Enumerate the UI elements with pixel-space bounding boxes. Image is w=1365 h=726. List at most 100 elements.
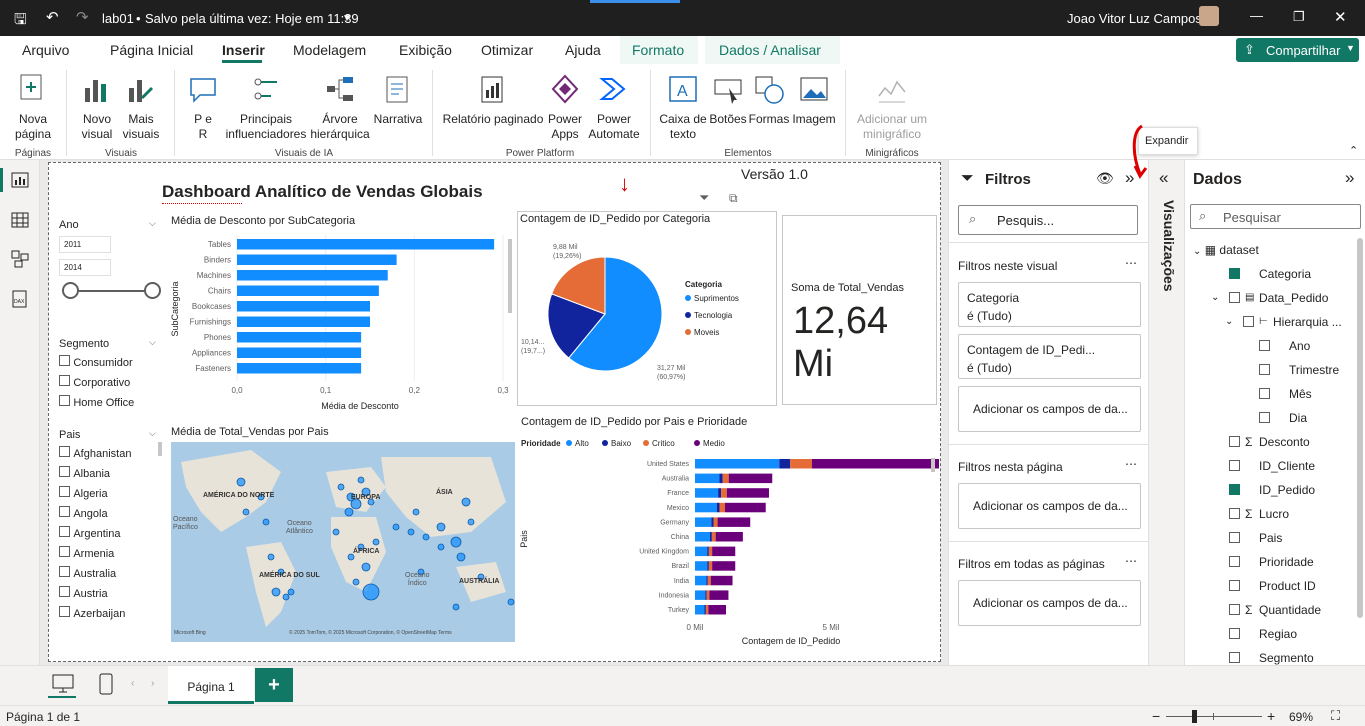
checkbox[interactable] — [1259, 340, 1270, 351]
checkbox[interactable] — [1229, 532, 1240, 543]
sparkline-button[interactable]: Adicionar um minigráfico — [852, 68, 932, 144]
sales-map[interactable]: AMÉRICA DO NORTE EUROPA ÁSIA Oceano Pací… — [171, 442, 515, 642]
tab-ajuda[interactable]: Ajuda — [565, 42, 601, 58]
narrative-button[interactable]: Narrativa — [372, 68, 424, 144]
power-apps-button[interactable]: Power Apps — [546, 68, 584, 144]
field-item[interactable]: ⌄ ▤ Data_Pedido — [1185, 286, 1355, 310]
list-item[interactable]: Afghanistan — [59, 446, 131, 466]
field-item[interactable]: Categoria — [1185, 262, 1355, 286]
more-options-icon[interactable]: ⋯ — [1125, 457, 1137, 471]
checkbox[interactable] — [1259, 412, 1270, 423]
filter-card-categoria[interactable]: Categoria é (Tudo) — [958, 282, 1141, 327]
field-item[interactable]: ⌄ ⊢ Hierarquia ... — [1185, 310, 1355, 334]
checkbox[interactable] — [1259, 364, 1270, 375]
checkbox[interactable] — [59, 546, 70, 557]
tab-modelagem[interactable]: Modelagem — [293, 42, 366, 58]
restore-icon[interactable]: ❐ — [1293, 9, 1305, 25]
qa-button[interactable]: P e R — [184, 68, 222, 144]
year-slider-track[interactable] — [69, 290, 153, 292]
year-to-input[interactable]: 2014 — [59, 259, 111, 276]
list-item[interactable]: Armenia — [59, 546, 131, 566]
list-item[interactable]: Angola — [59, 506, 131, 526]
field-item[interactable]: ID_Pedido — [1185, 478, 1355, 502]
chevron-down-icon[interactable]: ⌵ — [149, 337, 156, 348]
add-fields-drop-zone[interactable]: Adicionar os campos de da... — [958, 386, 1141, 432]
chevron-down-icon[interactable]: ⌵ — [149, 428, 156, 439]
year-from-input[interactable]: 2011 — [59, 236, 111, 253]
checkbox[interactable] — [1259, 388, 1270, 399]
checkbox[interactable] — [59, 506, 70, 517]
checkbox[interactable] — [1229, 508, 1240, 519]
dax-query-view-icon[interactable]: DAX — [11, 290, 29, 308]
power-automate-button[interactable]: Power Automate — [586, 68, 642, 144]
table-view-icon[interactable] — [11, 212, 29, 228]
list-item[interactable]: Consumidor — [59, 355, 134, 375]
list-item[interactable]: Australia — [59, 566, 131, 586]
add-page-button[interactable]: + — [255, 668, 293, 702]
collapse-pane-icon[interactable]: » — [1345, 168, 1354, 188]
checkbox[interactable] — [1229, 484, 1240, 495]
country-priority-bar-chart[interactable]: Prioridade Alto Baixo Critico Medio 0 Mil 5 Mi… — [519, 431, 939, 656]
chevron-right-icon[interactable]: › — [151, 678, 154, 689]
tab-pagina-inicial[interactable]: Página Inicial — [110, 42, 193, 58]
list-item[interactable]: Albania — [59, 466, 131, 486]
more-options-icon[interactable]: ⋯ — [1125, 554, 1137, 568]
checkbox[interactable] — [59, 375, 70, 386]
tab-arquivo[interactable]: Arquivo — [22, 42, 69, 58]
avatar[interactable] — [1199, 6, 1219, 26]
report-page[interactable]: Dashboard Analítico de Vendas Globais Ve… — [48, 162, 941, 662]
decomposition-tree-button[interactable]: Árvore hierárquica — [308, 68, 372, 144]
new-page-button[interactable]: Nova página — [8, 68, 58, 144]
field-item[interactable]: Product ID — [1185, 574, 1355, 598]
user-name[interactable]: Joao Vitor Luz Campos — [1067, 11, 1202, 26]
tab-dados-analisar[interactable]: Dados / Analisar — [719, 42, 821, 58]
chevron-down-icon[interactable]: ⌵ — [149, 218, 156, 229]
more-options-icon[interactable]: ⋯ — [1125, 256, 1137, 270]
buttons-button[interactable]: Botões — [708, 68, 748, 144]
field-item[interactable]: Dia — [1185, 406, 1355, 430]
checkbox[interactable] — [1229, 628, 1240, 639]
filter-icon[interactable]: ⏷ — [699, 190, 709, 206]
list-item[interactable]: Algeria — [59, 486, 131, 506]
focus-mode-icon[interactable]: ⧉ — [729, 191, 738, 206]
field-item[interactable]: Mês — [1185, 382, 1355, 406]
chevron-down-icon[interactable]: ⌄ — [1211, 286, 1219, 310]
fit-to-page-icon[interactable]: ⛶ — [1331, 708, 1340, 724]
tab-formato[interactable]: Formato — [632, 42, 684, 58]
model-view-icon[interactable] — [11, 250, 29, 268]
desktop-layout-icon[interactable] — [52, 674, 74, 694]
image-button[interactable]: Imagem — [790, 68, 838, 144]
field-item[interactable]: Σ Lucro — [1185, 502, 1355, 526]
zoom-slider-track[interactable] — [1166, 716, 1262, 717]
data-pane-scrollbar[interactable] — [1357, 238, 1363, 618]
report-view-icon[interactable] — [11, 172, 29, 188]
checkbox[interactable] — [59, 446, 70, 457]
collapse-ribbon-icon[interactable]: ⌃ — [1349, 144, 1358, 157]
tab-pagina-1[interactable]: Página 1 — [168, 666, 254, 704]
visualizations-collapsed-strip[interactable]: « Visualizações — [1148, 160, 1184, 665]
zoom-in-button[interactable]: + — [1267, 708, 1275, 724]
list-item[interactable]: Austria — [59, 586, 131, 606]
checkbox[interactable] — [1243, 316, 1254, 327]
checkbox[interactable] — [1229, 268, 1240, 279]
chart-scrollbar[interactable] — [508, 239, 512, 313]
tab-otimizar[interactable]: Otimizar — [481, 42, 533, 58]
checkbox[interactable] — [1229, 580, 1240, 591]
list-item[interactable]: Home Office — [59, 395, 134, 415]
field-item[interactable]: Σ Desconto — [1185, 430, 1355, 454]
checkbox[interactable] — [59, 566, 70, 577]
checkbox[interactable] — [59, 486, 70, 497]
checkbox[interactable] — [59, 526, 70, 537]
list-item[interactable]: Argentina — [59, 526, 131, 546]
kpi-card[interactable]: Soma de Total_Vendas 12,64 Mi — [782, 215, 937, 405]
checkbox[interactable] — [1229, 604, 1240, 615]
eye-icon[interactable]: 👁 — [1096, 170, 1114, 187]
paginated-report-button[interactable]: Relatório paginado — [440, 68, 546, 144]
share-button[interactable]: ⇪ Compartilhar ▼ — [1236, 38, 1359, 62]
checkbox[interactable] — [1229, 556, 1240, 567]
filter-card-contagem[interactable]: Contagem de ID_Pedi... é (Tudo) — [958, 334, 1141, 379]
undo-icon[interactable]: ↶ — [46, 8, 59, 26]
field-item[interactable]: Pais — [1185, 526, 1355, 550]
tab-exibicao[interactable]: Exibição — [399, 42, 452, 58]
checkbox[interactable] — [59, 586, 70, 597]
